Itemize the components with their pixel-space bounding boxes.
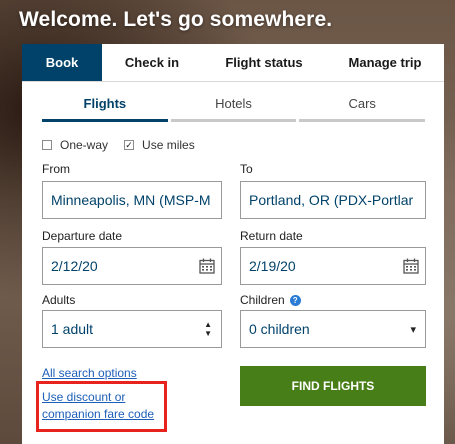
departure-date-value: 2/12/20 [51, 258, 98, 274]
one-way-label: One-way [60, 138, 109, 152]
calendar-icon[interactable] [199, 258, 215, 274]
one-way-checkbox[interactable]: One-way [42, 138, 108, 152]
all-search-options-link[interactable]: All search options [42, 366, 137, 380]
return-date-value: 2/19/20 [249, 258, 296, 274]
to-value: Portland, OR (PDX-Portlar [249, 192, 414, 208]
updown-arrows-icon: ▲ ▼ [204, 320, 212, 338]
chevron-down-icon: ▾ [410, 324, 416, 336]
trip-options: One-way ✓ Use miles [42, 138, 195, 152]
find-flights-button[interactable]: FIND FLIGHTS [240, 366, 426, 406]
adults-select[interactable]: 1 adult ▲ ▼ [42, 310, 222, 348]
return-date-input[interactable]: 2/19/20 [240, 247, 426, 285]
calendar-icon[interactable] [403, 258, 419, 274]
booking-type-tabs: Flights Hotels Cars [42, 90, 426, 122]
main-tabs: Book Check in Flight status Manage trip [22, 44, 444, 82]
from-value: Minneapolis, MN (MSP-M [51, 192, 211, 208]
to-label: To [240, 162, 253, 176]
adults-label: Adults [42, 293, 76, 307]
tab-flight-status[interactable]: Flight status [202, 44, 326, 81]
tab-book[interactable]: Book [22, 44, 102, 81]
use-miles-checkbox[interactable]: ✓ Use miles [124, 138, 195, 152]
highlight-box [36, 381, 167, 432]
use-miles-label: Use miles [142, 138, 195, 152]
children-label-row: Children? [240, 293, 301, 307]
use-miles-checkbox-box[interactable]: ✓ [124, 140, 135, 150]
children-label: Children [240, 293, 285, 307]
welcome-heading: Welcome. Let's go somewhere. [19, 8, 333, 31]
tab-check-in[interactable]: Check in [102, 44, 202, 81]
to-input[interactable]: Portland, OR (PDX-Portlar [240, 181, 426, 219]
departure-date-label: Departure date [42, 229, 123, 243]
adults-value: 1 adult [51, 321, 94, 337]
help-icon[interactable]: ? [289, 295, 301, 307]
one-way-checkbox-box[interactable] [42, 140, 52, 150]
return-date-label: Return date [240, 229, 303, 243]
from-label: From [42, 162, 70, 176]
subtab-hotels[interactable]: Hotels [170, 90, 297, 122]
tab-manage-trip[interactable]: Manage trip [326, 44, 444, 81]
subtab-cars[interactable]: Cars [299, 90, 426, 122]
subtab-flights[interactable]: Flights [42, 90, 168, 122]
from-input[interactable]: Minneapolis, MN (MSP-M [42, 181, 222, 219]
departure-date-input[interactable]: 2/12/20 [42, 247, 222, 285]
children-value: 0 children [249, 321, 310, 337]
children-select[interactable]: 0 children ▾ [240, 310, 426, 348]
